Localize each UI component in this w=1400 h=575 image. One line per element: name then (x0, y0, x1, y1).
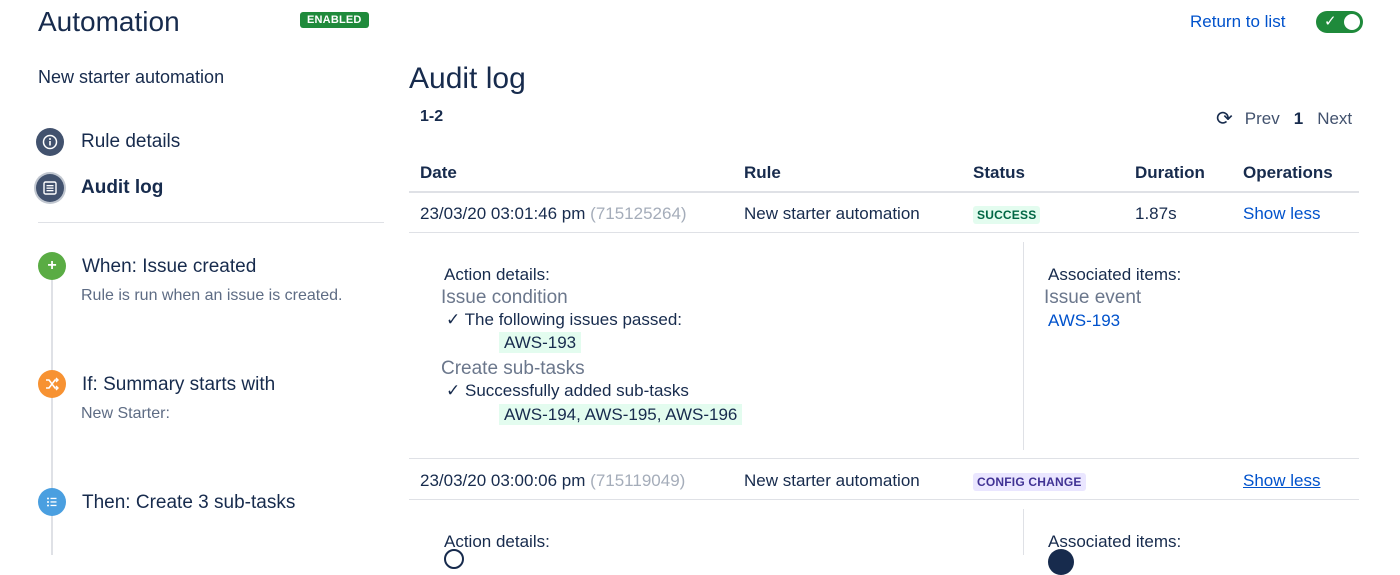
show-less-link[interactable]: Show less (1243, 204, 1320, 224)
rule-name: New starter automation (38, 67, 225, 87)
sidebar-divider (38, 222, 384, 223)
issue-chip-text: AWS-194, AWS-195, AWS-196 (499, 404, 743, 425)
plus-icon: + (38, 252, 66, 280)
detail-line: ✓ Successfully added sub-tasks (446, 381, 689, 401)
sidebar-item-audit-log[interactable]: Audit log (36, 172, 163, 204)
row-divider (409, 458, 1359, 459)
detail-separator (1023, 509, 1024, 555)
detail-group-title: Create sub-tasks (441, 358, 585, 379)
col-header-status: Status (973, 163, 1025, 182)
row-rule: New starter automation (744, 204, 920, 223)
associated-group-title: Issue event (1044, 287, 1142, 308)
detail-separator (1023, 242, 1024, 450)
page-title: Audit log (409, 62, 526, 95)
action-details-header: Action details: (444, 532, 550, 551)
app-title: Automation (38, 6, 180, 37)
associated-items-header: Associated items: (1048, 532, 1182, 551)
shuffle-icon (38, 370, 66, 398)
sidebar-item-label: Rule details (81, 131, 181, 152)
status-badge: CONFIG CHANGE (973, 473, 1086, 491)
col-header-operations: Operations (1243, 163, 1333, 182)
header-divider (409, 191, 1359, 193)
pagination: ⟳ Prev 1 Next (1216, 106, 1352, 131)
sidebar-item-label: Audit log (81, 177, 164, 198)
status-badge: SUCCESS (973, 206, 1041, 224)
row-rule: New starter automation (744, 471, 920, 490)
row-status: CONFIG CHANGE (973, 473, 1086, 491)
step-condition-desc: New Starter: (81, 405, 170, 422)
row-status: SUCCESS (973, 206, 1041, 224)
current-page: 1 (1293, 108, 1304, 128)
rule-enabled-toggle[interactable]: ✓ (1316, 11, 1363, 33)
info-icon (36, 128, 64, 156)
sidebar-item-rule-details[interactable]: Rule details (36, 126, 180, 158)
detail-line-text: Successfully added sub-tasks (464, 381, 689, 400)
issue-chip[interactable]: AWS-194, AWS-195, AWS-196 (499, 404, 743, 425)
step-trigger-desc: Rule is run when an issue is created. (81, 287, 343, 304)
col-header-date: Date (420, 163, 457, 182)
check-icon: ✓ (446, 310, 461, 329)
col-header-duration: Duration (1135, 163, 1205, 182)
avatar-icon (1048, 549, 1074, 575)
refresh-icon[interactable]: ⟳ (1216, 106, 1233, 131)
row-divider (409, 499, 1359, 500)
row-date-text: 23/03/20 03:00:06 pm (420, 471, 586, 490)
associated-issue-link[interactable]: AWS-193 (1048, 311, 1120, 331)
show-less-link[interactable]: Show less (1243, 471, 1320, 491)
associated-items-header: Associated items: (1048, 265, 1182, 284)
row-date-text: 23/03/20 03:01:46 pm (420, 204, 586, 223)
status-icon (444, 549, 464, 569)
check-icon: ✓ (446, 381, 461, 400)
prev-page-link[interactable]: Prev (1245, 109, 1280, 129)
step-action-title[interactable]: Then: Create 3 sub-tasks (82, 492, 295, 514)
action-details-header: Action details: (444, 265, 550, 284)
row-date: 23/03/20 03:01:46 pm (715125264) (420, 204, 687, 224)
enabled-status-badge: ENABLED (300, 12, 369, 28)
row-date: 23/03/20 03:00:06 pm (715119049) (420, 471, 685, 491)
toggle-knob (1344, 14, 1360, 30)
check-icon: ✓ (1324, 13, 1337, 30)
return-to-list-link[interactable]: Return to list (1190, 12, 1285, 32)
detail-group-title: Issue condition (441, 287, 568, 308)
row-duration: 1.87s (1135, 204, 1177, 223)
col-header-rule: Rule (744, 163, 781, 182)
list-icon (36, 174, 64, 202)
detail-line: ✓ The following issues passed: (446, 310, 682, 330)
next-page-link[interactable]: Next (1317, 109, 1352, 129)
row-id: (715119049) (590, 471, 686, 490)
issue-chip[interactable]: AWS-193 (499, 332, 582, 353)
step-trigger-title[interactable]: When: Issue created (82, 256, 256, 278)
row-id: (715125264) (590, 204, 687, 223)
issue-chip-text: AWS-193 (499, 332, 582, 353)
row-divider (409, 232, 1359, 233)
step-condition-title[interactable]: If: Summary starts with (82, 374, 275, 396)
result-range: 1-2 (420, 108, 444, 125)
list-icon (38, 488, 66, 516)
detail-line-text: The following issues passed: (464, 310, 683, 329)
